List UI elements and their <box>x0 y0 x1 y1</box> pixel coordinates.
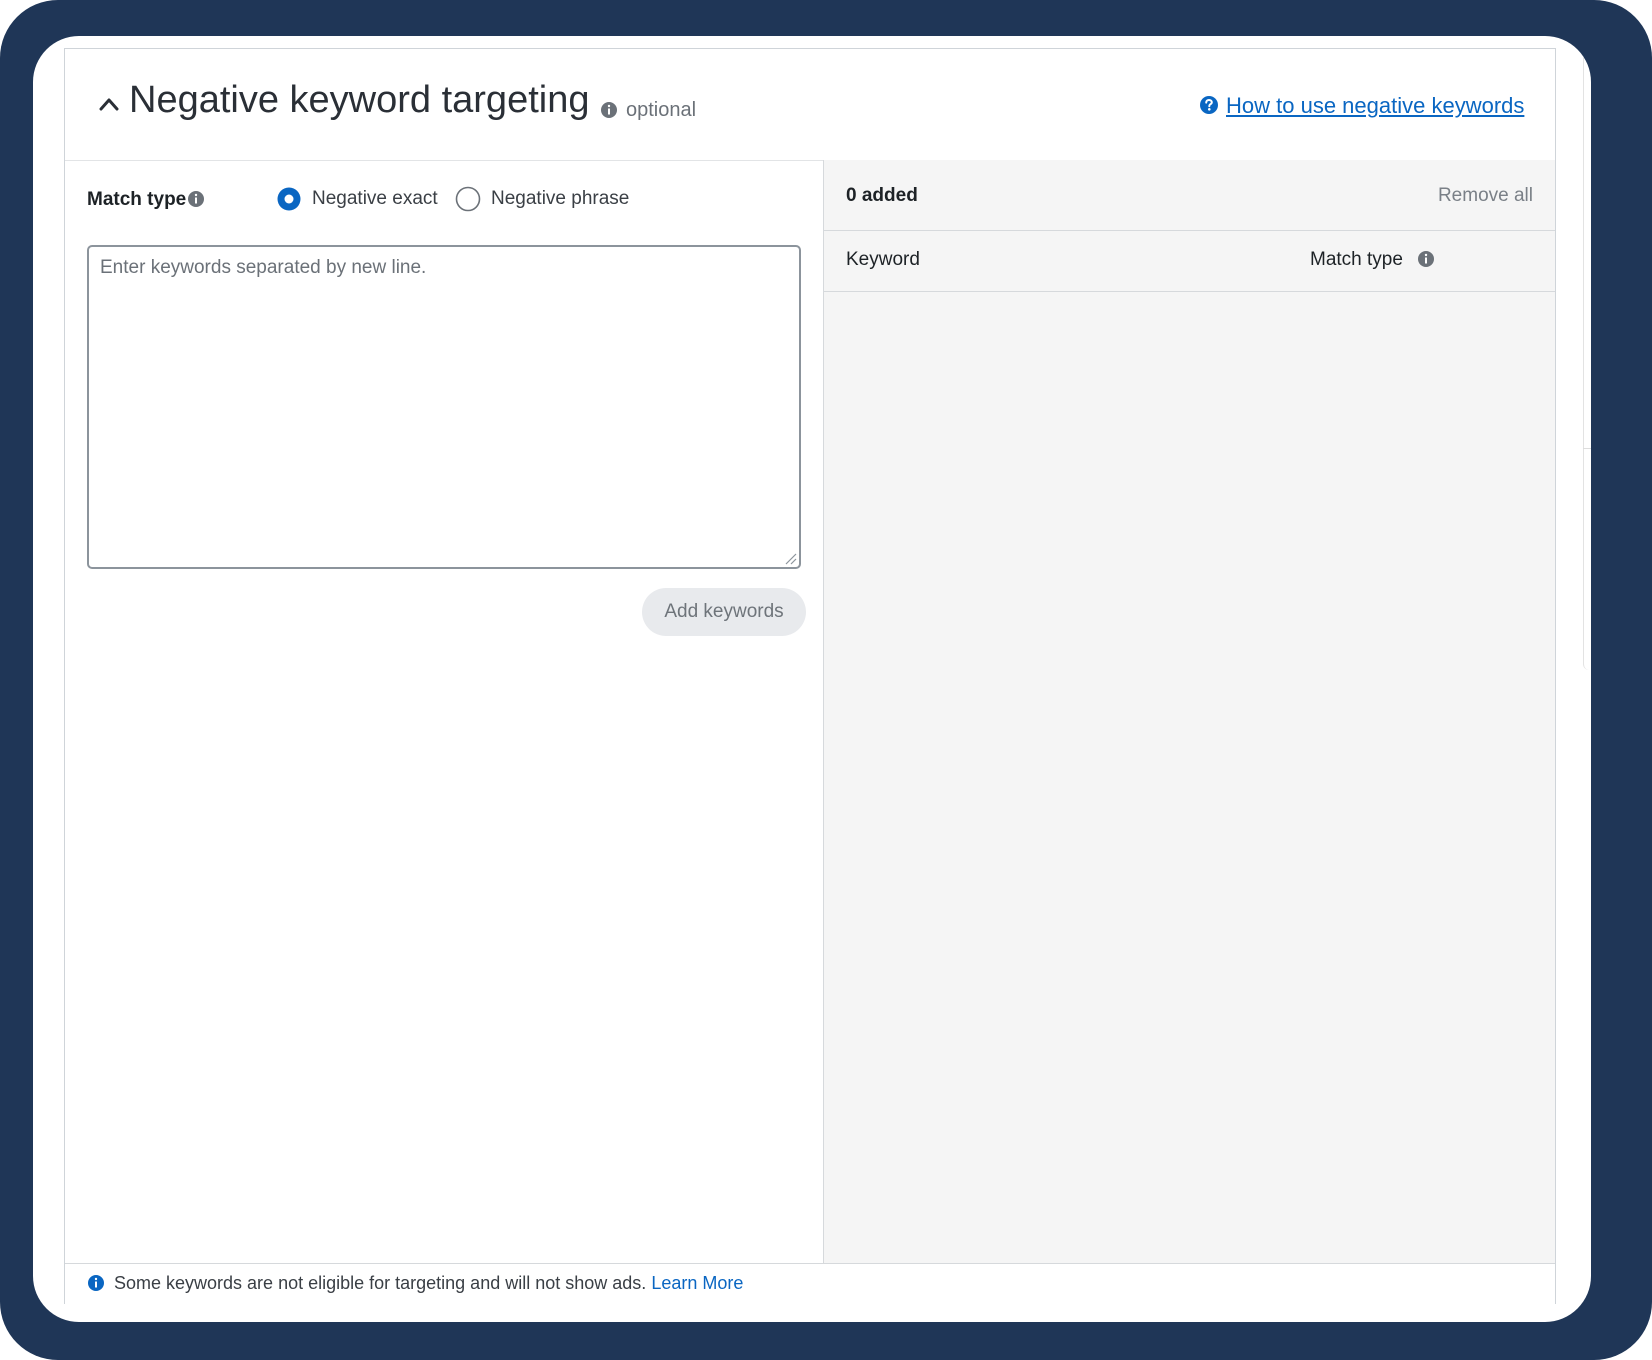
eligibility-message: Some keywords are not eligible for targe… <box>114 1273 743 1294</box>
added-keywords-column: 0 added Remove all Keyword Match type <box>824 160 1555 1263</box>
optional-label: optional <box>626 99 697 121</box>
radio-negative-phrase[interactable] <box>455 186 481 212</box>
radio-negative-exact[interactable] <box>276 186 302 212</box>
panel-header: Negative keyword targeting optional How … <box>65 49 1555 161</box>
remove-all-button[interactable]: Remove all <box>1438 185 1533 207</box>
info-icon[interactable] <box>187 190 205 208</box>
eligibility-notice: Some keywords are not eligible for targe… <box>65 1263 1555 1304</box>
learn-more-link[interactable]: Learn More <box>651 1273 743 1293</box>
keyword-entry-column: Match type Negative exact Negative phras… <box>65 160 824 1263</box>
screen: Negative keyword targeting optional How … <box>33 36 1591 1322</box>
radio-label-negative-exact[interactable]: Negative exact <box>312 188 438 210</box>
radio-label-negative-phrase[interactable]: Negative phrase <box>491 188 629 210</box>
device-frame: Negative keyword targeting optional How … <box>0 0 1652 1360</box>
added-summary-bar: 0 added Remove all <box>824 160 1555 231</box>
section-title: Negative keyword targeting <box>129 79 590 121</box>
keywords-textarea[interactable]: Enter keywords separated by new line. <box>87 245 801 569</box>
help-icon <box>1200 96 1218 114</box>
added-count: 0 added <box>846 185 918 206</box>
match-type-label: Match type <box>87 189 187 210</box>
info-icon[interactable] <box>600 101 618 119</box>
info-icon[interactable] <box>1417 250 1435 268</box>
side-panel-edge <box>1583 50 1591 670</box>
add-keywords-button[interactable]: Add keywords <box>642 588 806 636</box>
negative-keyword-panel: Negative keyword targeting optional How … <box>64 48 1556 1304</box>
info-icon <box>88 1275 104 1291</box>
eligibility-text: Some keywords are not eligible for targe… <box>114 1273 647 1293</box>
chevron-up-icon[interactable] <box>99 97 119 111</box>
how-to-use-negative-keywords-link[interactable]: How to use negative keywords <box>1226 93 1524 119</box>
resize-grip-icon[interactable] <box>783 551 797 565</box>
textarea-placeholder: Enter keywords separated by new line. <box>100 257 427 278</box>
table-header: Keyword Match type <box>824 231 1555 292</box>
column-header-match-type: Match type <box>1310 249 1403 270</box>
column-header-keyword: Keyword <box>846 249 920 270</box>
